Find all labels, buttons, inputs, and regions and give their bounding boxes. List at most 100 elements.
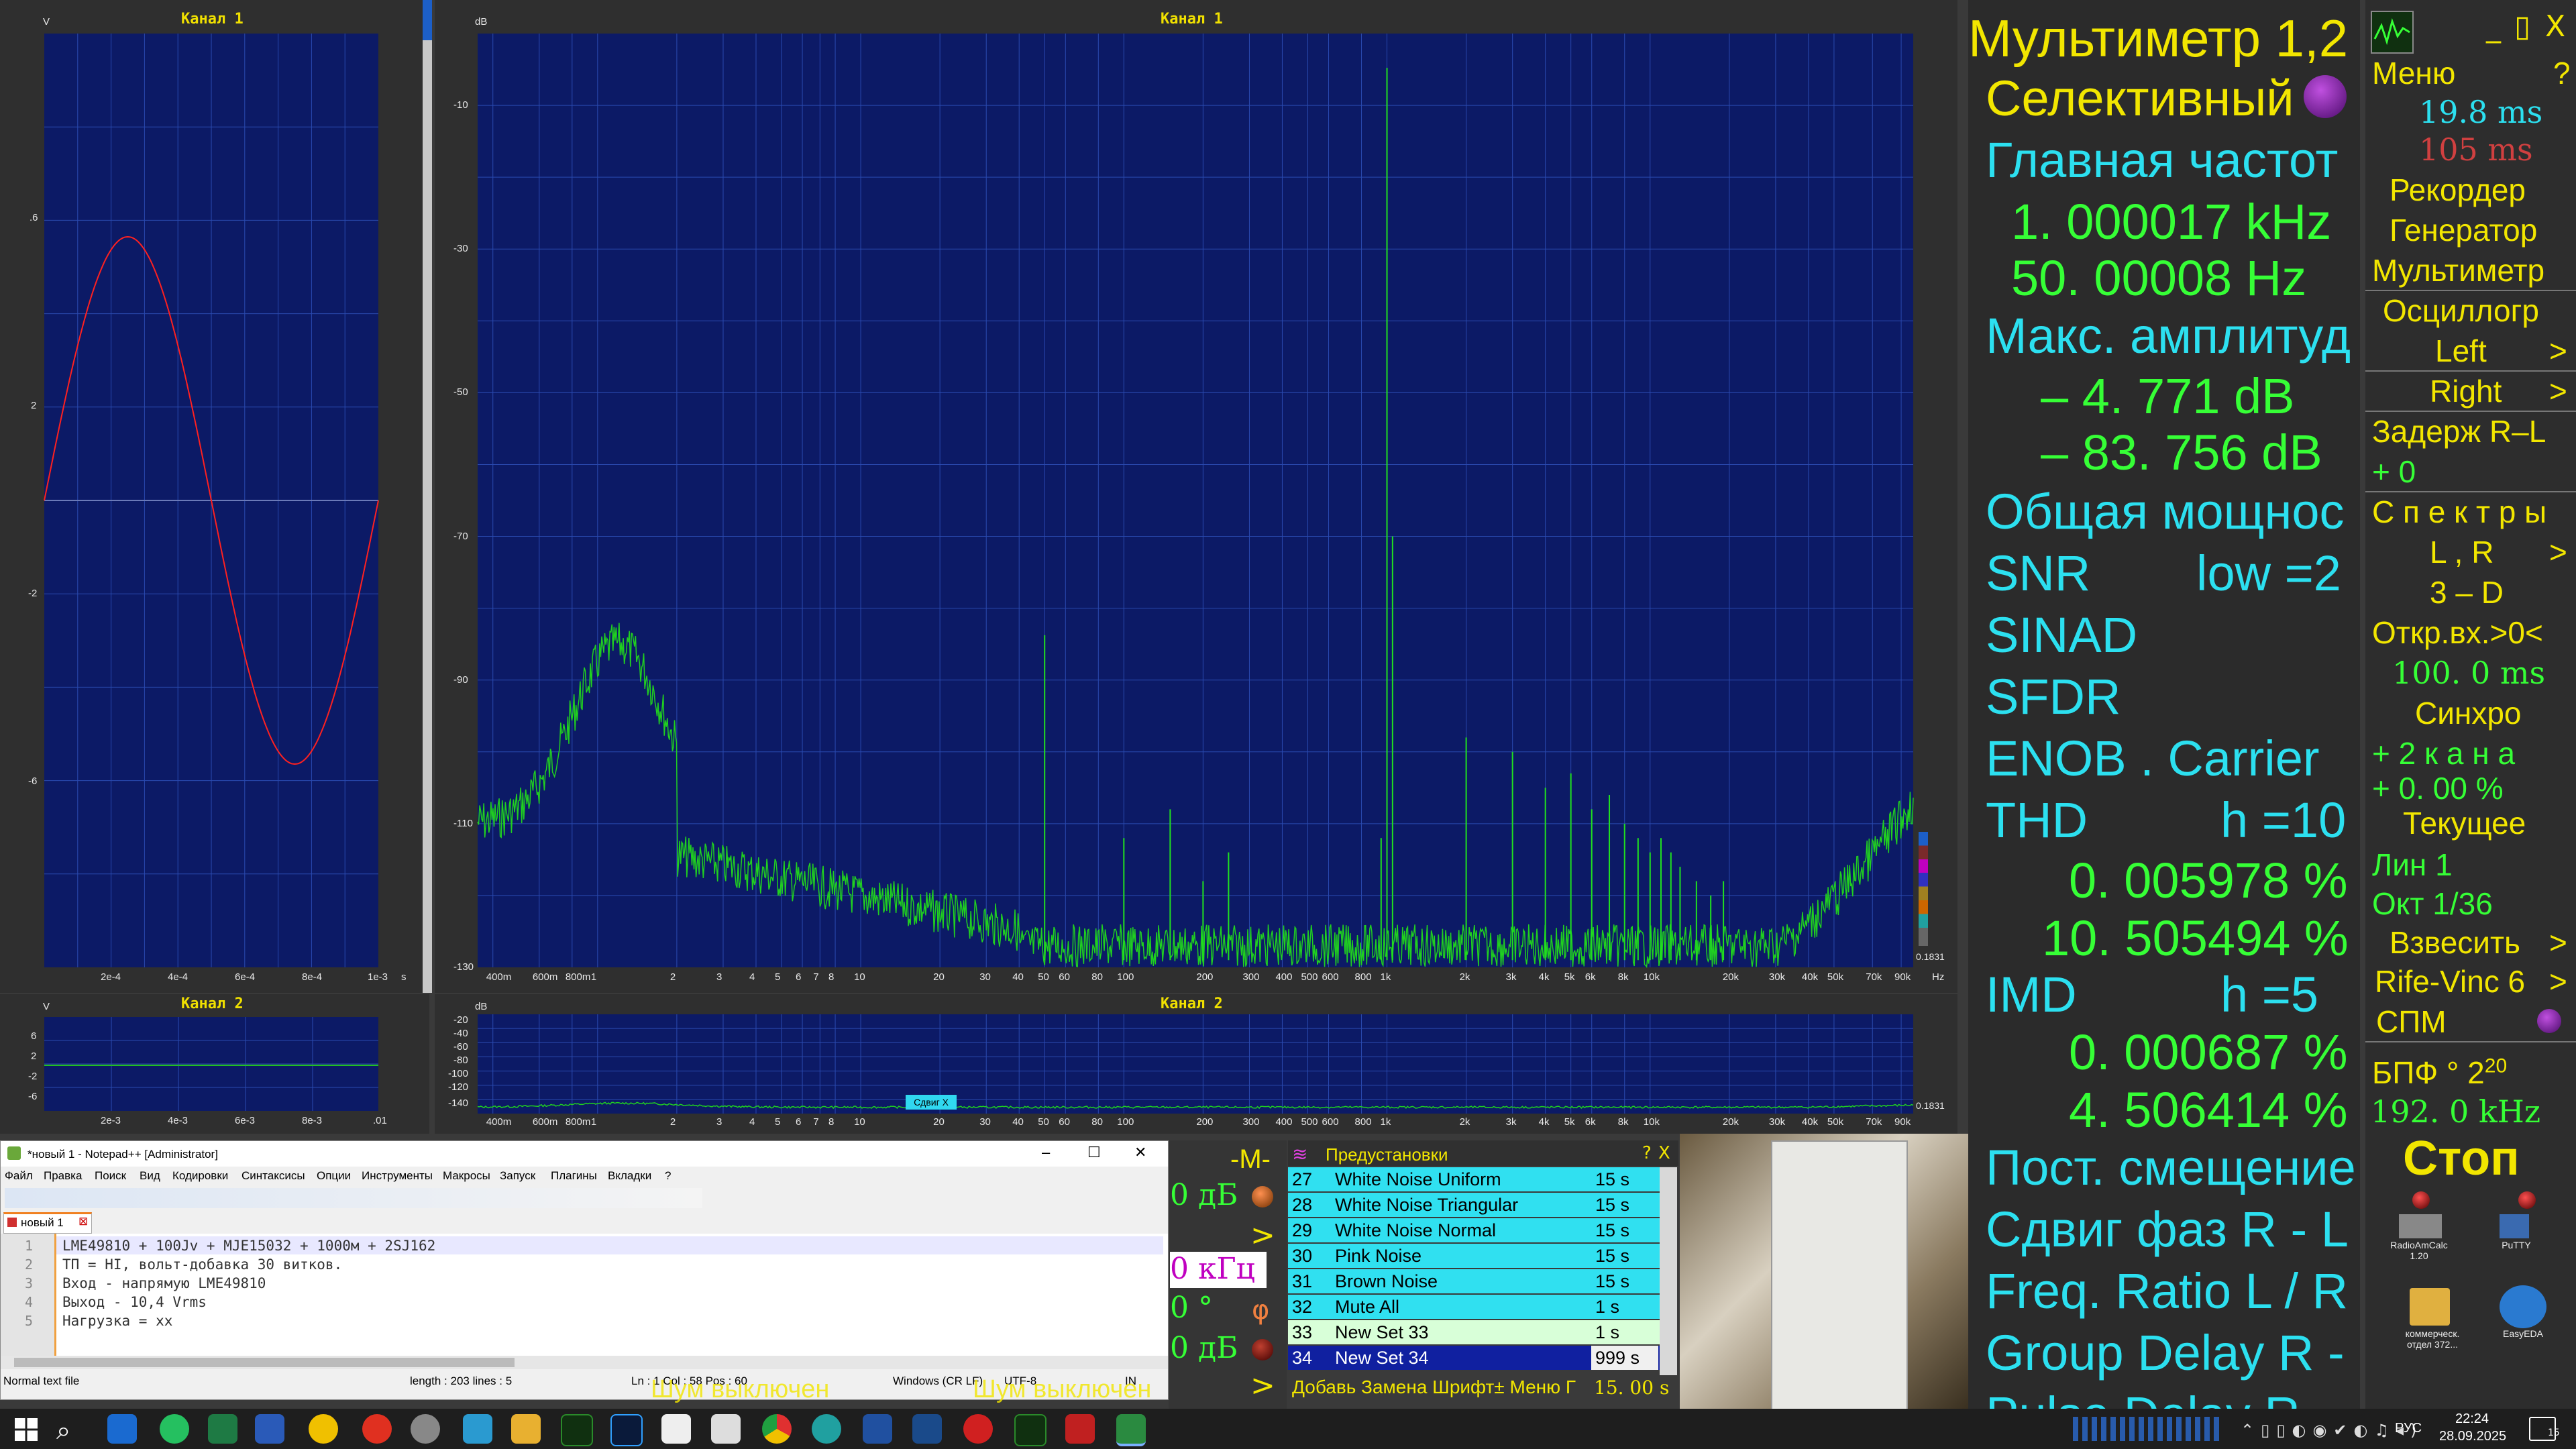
chevron-right-icon[interactable]: > [2549,963,2567,1000]
cloud-icon[interactable] [2500,1285,2546,1328]
menu-item[interactable]: Правка [44,1169,82,1183]
weigh-item[interactable]: Взвесить [2390,924,2520,961]
menu-item[interactable]: ? [665,1169,671,1183]
right-channel-item[interactable]: Right [2430,373,2502,409]
menu-item[interactable]: Опции [317,1169,351,1183]
app-icon[interactable] [411,1414,440,1444]
octave-item[interactable]: Окт 1/36 [2372,885,2493,922]
open-input-item[interactable]: Откр.вх.>0< [2372,614,2543,651]
app-icon[interactable] [963,1414,993,1444]
frequency-value[interactable]: 0 кГц [1170,1252,1267,1288]
app-icon[interactable] [711,1414,741,1444]
menu-item[interactable]: Запуск [500,1169,535,1183]
app-icon[interactable] [863,1414,892,1444]
menu-item[interactable]: Поиск [95,1169,126,1183]
left-channel-item[interactable]: Left [2435,333,2487,369]
menu-item[interactable]: Плагины [551,1169,597,1183]
spectra-lr-item[interactable]: L , R [2430,534,2493,570]
language-indicator[interactable]: РУС [2395,1421,2422,1436]
preset-row[interactable]: 30 Pink Noise 15 s [1288,1244,1667,1268]
maximize-button[interactable]: ☐ [1087,1144,1101,1161]
yandex-icon[interactable] [362,1414,392,1444]
fft-size-item[interactable]: БПФ ° 220 [2372,1055,2507,1091]
excel-icon[interactable] [208,1414,237,1444]
delay-item[interactable]: Задерж R–L [2372,413,2546,449]
psd-item[interactable]: СПМ [2376,1004,2447,1040]
close-button[interactable]: X [1658,1143,1670,1163]
search-icon[interactable]: ⌕ [56,1415,70,1446]
start-icon[interactable] [15,1418,38,1441]
level-value[interactable]: 0 дБ [1170,1178,1238,1212]
menu-button[interactable]: Меню [2372,55,2455,91]
scrollbar-thumb[interactable] [14,1358,515,1367]
menu-item[interactable]: Кодировки [172,1169,228,1183]
app-icon[interactable] [1065,1414,1095,1444]
preset-row[interactable]: 29 White Noise Normal 15 s [1288,1218,1667,1242]
folder-icon[interactable] [2410,1288,2450,1326]
presets-scrollbar[interactable] [1660,1167,1677,1375]
close-button[interactable]: X [2545,9,2565,44]
help-button[interactable]: ? [1642,1143,1652,1163]
psd-indicator[interactable] [2537,1009,2561,1033]
word-icon[interactable] [255,1414,284,1444]
stop-button[interactable]: Стоп [2403,1131,2520,1186]
chevron-right-icon[interactable]: > [2549,534,2567,570]
clock-date[interactable]: 28.09.2025 [2439,1429,2506,1444]
generator-item[interactable]: Генератор [2390,212,2537,248]
menu-item[interactable]: Вкладки [608,1169,651,1183]
chevron-right-icon[interactable]: > [2549,373,2567,409]
spectrum-app-icon[interactable] [1014,1414,1046,1446]
chrome-icon[interactable] [762,1414,792,1444]
app-icon[interactable] [463,1414,492,1444]
preset-row[interactable]: 27 White Noise Uniform 15 s [1288,1167,1667,1191]
spec2-shift-x-button[interactable]: Сдвиг X [906,1095,957,1110]
outlook-icon[interactable] [107,1414,137,1444]
level-2-indicator[interactable] [1252,1339,1273,1360]
level-indicator[interactable] [1252,1186,1273,1208]
spectrum-app-icon[interactable] [561,1414,593,1446]
linear-item[interactable]: Лин 1 [2372,847,2453,883]
osc1-scroll-thumb[interactable] [423,0,432,40]
level-2-value[interactable]: 0 дБ [1170,1331,1238,1365]
presets-footer[interactable]: Добавь Замена Шрифт± Меню Г [1292,1377,1576,1398]
preset-row[interactable]: 31 Brown Noise 15 s [1288,1269,1667,1293]
chevron-right-icon[interactable]: > [1250,1218,1275,1252]
app-icon[interactable] [309,1414,338,1444]
app-icon[interactable] [812,1414,841,1444]
desktop-icon-putty[interactable] [2500,1214,2529,1238]
generator-mode-label[interactable]: -M- [1230,1144,1271,1175]
preset-row[interactable]: 32 Mute All 1 s [1288,1295,1667,1319]
chevron-right-icon[interactable]: > [2549,333,2567,369]
osc1-scrollbar[interactable] [423,0,432,993]
maximize-button[interactable]: ▯ [2514,9,2530,44]
spectra-3d-item[interactable]: 3 – D [2430,574,2504,610]
app-icon[interactable] [661,1414,691,1444]
chevron-right-icon[interactable]: > [2549,924,2567,961]
menu-item[interactable]: Инструменты [362,1169,433,1183]
multimeter-item[interactable]: Мультиметр [2372,252,2544,288]
oscillograph-item[interactable]: Осциллогр [2383,292,2539,329]
preset-row[interactable]: 33 New Set 33 1 s [1288,1320,1667,1344]
phase-value[interactable]: 0 ° [1170,1291,1213,1325]
menu-item[interactable]: Макросы [443,1169,490,1183]
sync-item[interactable]: Синхро [2415,695,2521,731]
recorder-item[interactable]: Рекордер [2390,172,2526,208]
spectra-item[interactable]: С п е к т р ы [2372,494,2546,530]
app-icon[interactable] [1116,1414,1146,1446]
menu-item[interactable]: Вид [140,1169,160,1183]
menu-item[interactable]: Синтаксисы [241,1169,305,1183]
desktop-icon-radioamcalc[interactable] [2399,1214,2442,1238]
preset-row[interactable]: 34 New Set 34 999 s [1288,1346,1667,1370]
current-item[interactable]: Текущее [2403,805,2526,841]
help-button[interactable]: ? [2553,55,2571,91]
chevron-right-icon[interactable]: > [1250,1368,1275,1403]
mode-label[interactable]: Селективный [1986,70,2294,127]
minimize-button[interactable]: – [1042,1144,1050,1161]
file-explorer-icon[interactable] [511,1414,541,1444]
mode-indicator[interactable] [2304,75,2347,118]
preset-row[interactable]: 28 White Noise Triangular 15 s [1288,1193,1667,1217]
menu-item[interactable]: Файл [5,1169,33,1183]
clock-time[interactable]: 22:24 [2455,1411,2489,1427]
whatsapp-icon[interactable] [160,1414,189,1444]
minimize-button[interactable]: _ [2486,9,2501,44]
